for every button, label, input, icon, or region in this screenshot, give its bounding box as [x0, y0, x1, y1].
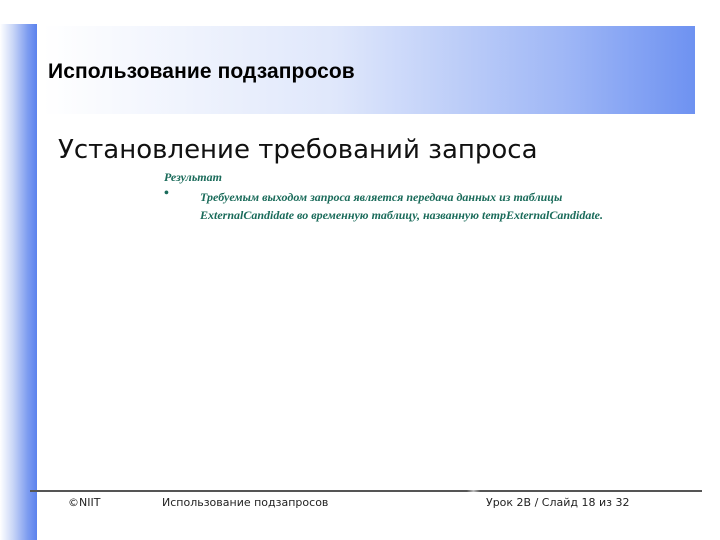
bullet-line-1: Требуемым выходом запроса является перед…: [200, 190, 563, 204]
footer-divider: [30, 490, 702, 492]
footer-topic: Использование подзапросов: [162, 496, 329, 509]
bullet-text: Требуемым выходом запроса является перед…: [200, 188, 700, 224]
slide-subtitle: Установление требований запроса: [58, 135, 538, 165]
footer-slide-info: Урок 2В / Слайд 18 из 32: [486, 496, 630, 509]
left-decorative-bar: [0, 24, 37, 540]
result-label: Результат: [164, 170, 222, 184]
bullet-line-2: ExternalCandidate во временную таблицу, …: [200, 208, 604, 222]
bullet-marker: •: [164, 186, 169, 201]
footer-copyright: ©NIIT: [68, 496, 101, 509]
slide-title: Использование подзапросов: [48, 60, 355, 83]
